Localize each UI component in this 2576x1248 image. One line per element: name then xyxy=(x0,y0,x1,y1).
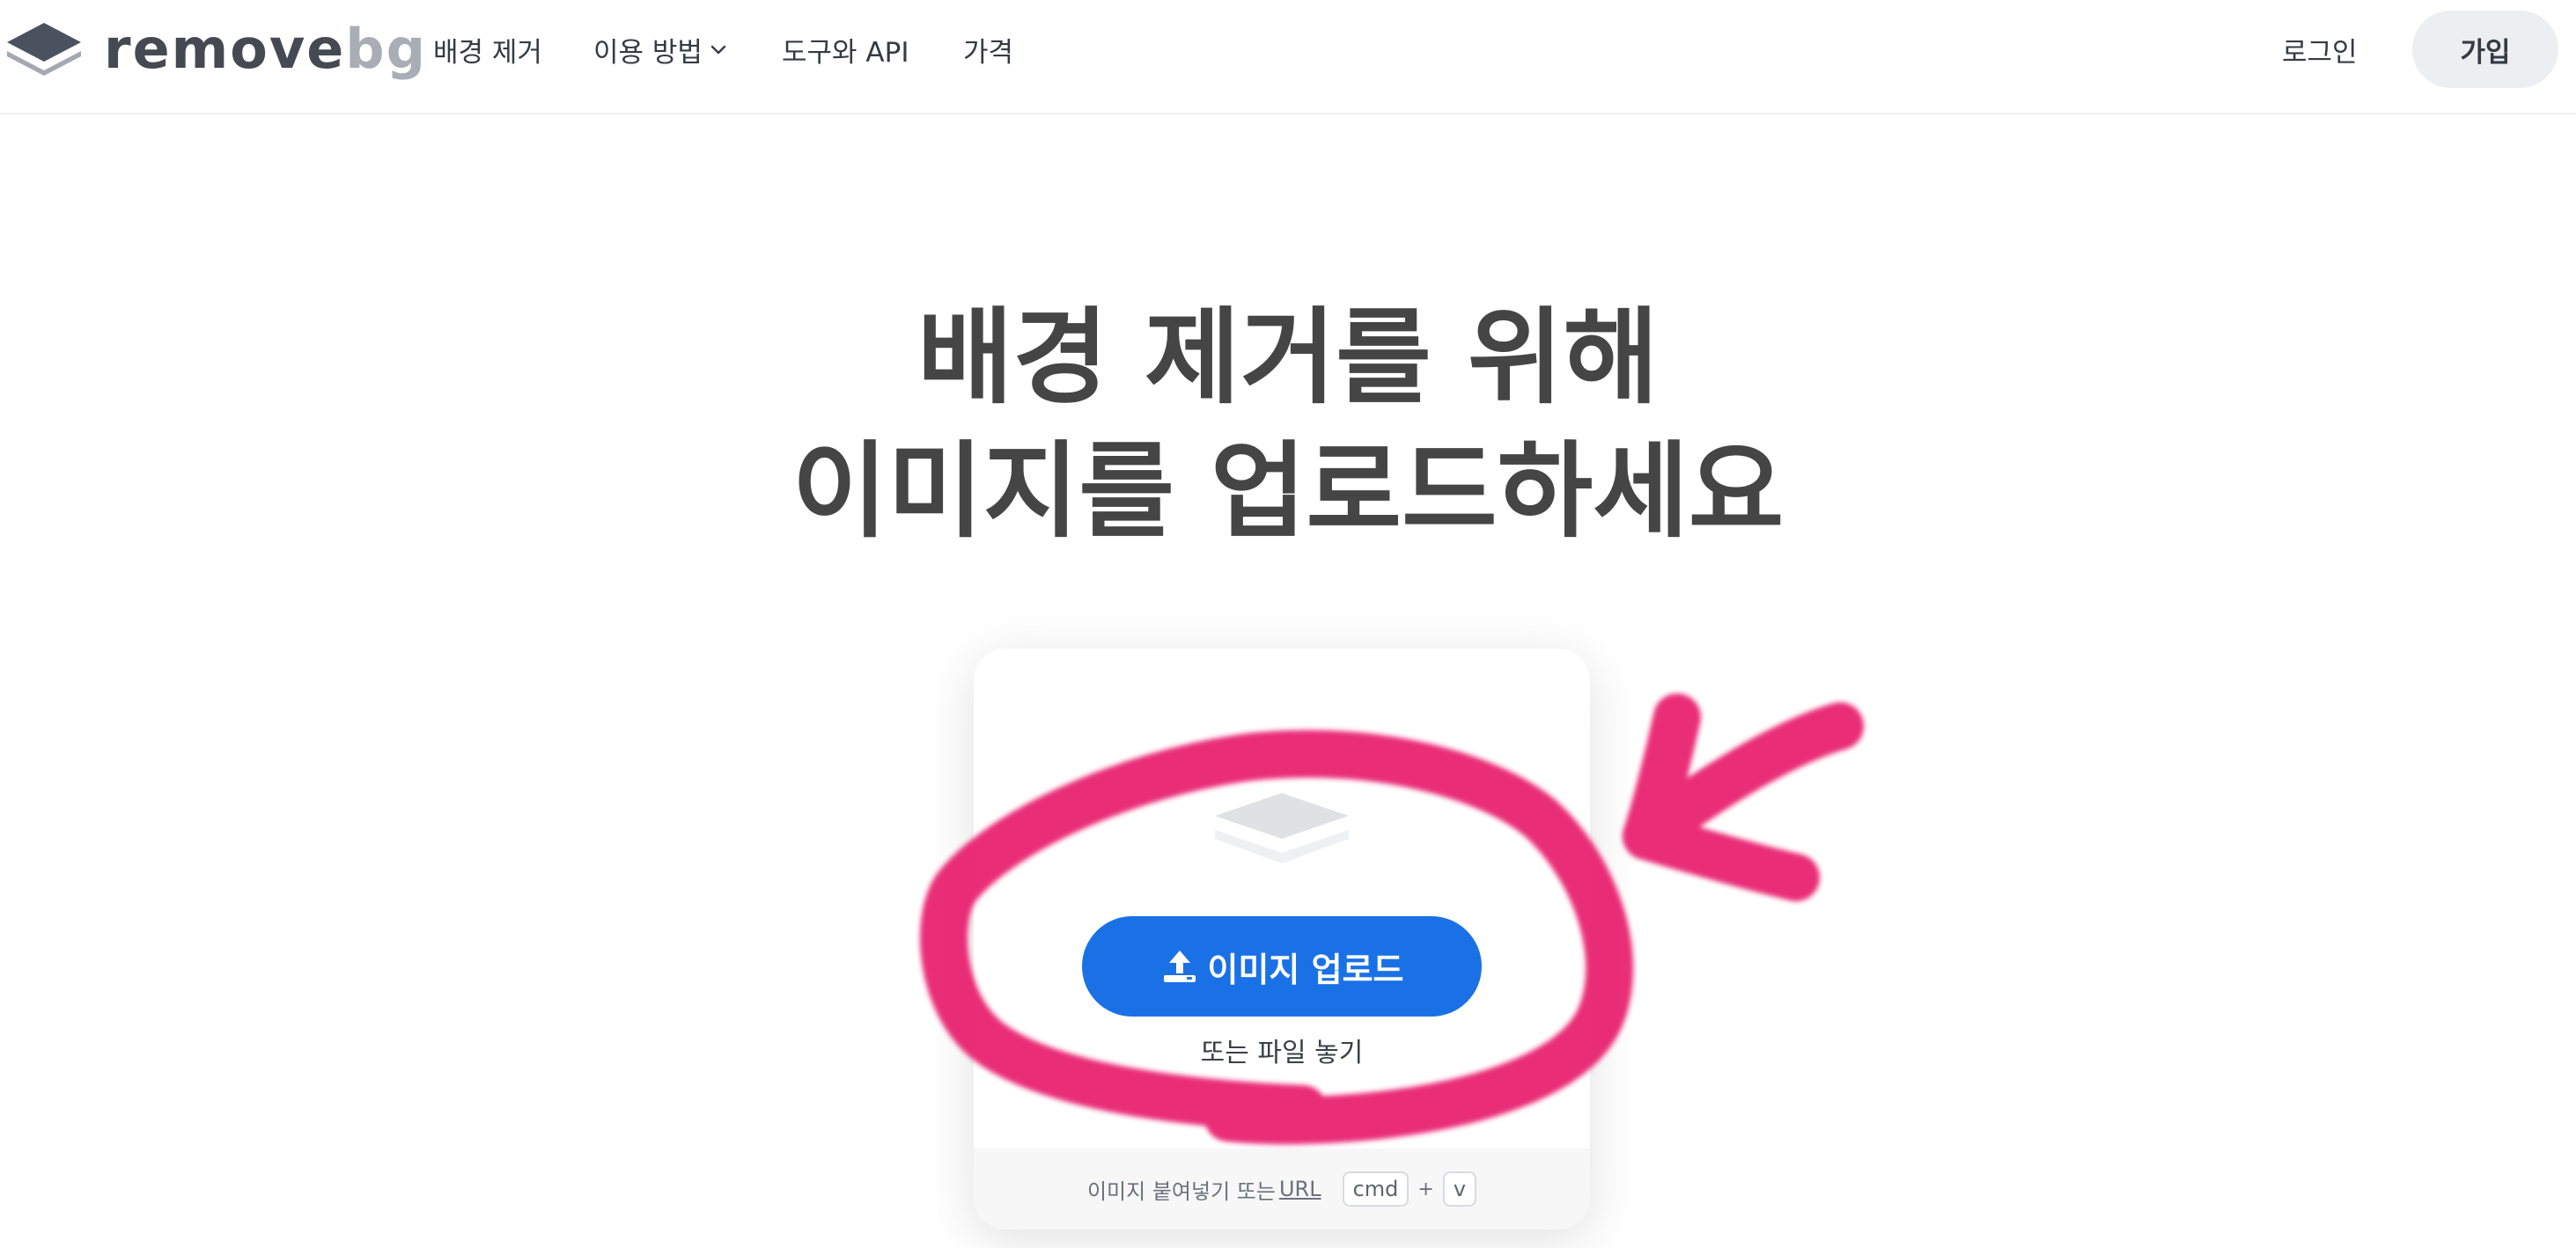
signup-button[interactable]: 가입 xyxy=(2412,11,2558,88)
nav-remove-background[interactable]: 배경 제거 xyxy=(433,30,542,69)
paste-hint-bar: 이미지 붙여넣기 또는 URL cmd + v xyxy=(974,1149,1590,1230)
drop-file-hint: 또는 파일 놓기 xyxy=(1200,1038,1364,1068)
layers-icon xyxy=(1215,793,1349,863)
chevron-down-icon xyxy=(710,45,726,55)
nav-tools-and-api-label: 도구와 API xyxy=(782,36,909,69)
top-navigation-bar: removebg 배경 제거 이용 방법 도구와 API 가격 로그인 가입 xyxy=(0,0,2576,114)
page: removebg 배경 제거 이용 방법 도구와 API 가격 로그인 가입 배… xyxy=(0,0,2576,1248)
annotation-arrow-shaft xyxy=(1623,702,1864,860)
nav-how-to-use[interactable]: 이용 방법 xyxy=(593,30,729,69)
logo-text-bg: bg xyxy=(345,17,428,81)
annotation-arrow-stroke xyxy=(1623,694,1820,901)
paste-url-link[interactable]: URL xyxy=(1279,1177,1321,1201)
nav-pricing[interactable]: 가격 xyxy=(963,30,1013,69)
hero-title-line2: 이미지를 업로드하세요 xyxy=(791,430,1785,552)
logo-text-remove: remove xyxy=(104,17,346,81)
logo-wordmark: removebg xyxy=(104,22,427,77)
upload-image-button-label: 이미지 업로드 xyxy=(1207,950,1404,989)
nav-remove-background-label: 배경 제거 xyxy=(433,36,542,69)
upload-card[interactable]: 이미지 업로드 또는 파일 놓기 이미지 붙여넣기 또는 URL cmd + v xyxy=(974,649,1590,1230)
nav-how-to-use-label: 이용 방법 xyxy=(593,36,703,69)
layers-icon xyxy=(7,23,81,76)
removebg-logo[interactable]: removebg xyxy=(5,21,427,77)
paste-hint-text: 이미지 붙여넣기 또는 xyxy=(1086,1178,1276,1204)
shortcut-plus: + xyxy=(1417,1178,1434,1200)
login-link[interactable]: 로그인 xyxy=(2282,30,2358,69)
shortcut-key-cmd: cmd xyxy=(1342,1171,1409,1207)
nav-pricing-label: 가격 xyxy=(963,36,1014,69)
hero-title: 배경 제거를 위해 이미지를 업로드하세요 xyxy=(0,290,2576,558)
upload-image-button[interactable]: 이미지 업로드 xyxy=(1082,916,1482,1017)
nav-tools-and-api[interactable]: 도구와 API xyxy=(782,30,909,69)
upload-icon xyxy=(1163,951,1196,982)
shortcut-key-v: v xyxy=(1442,1171,1477,1207)
hero-title-line1: 배경 제거를 위해 xyxy=(916,297,1660,418)
